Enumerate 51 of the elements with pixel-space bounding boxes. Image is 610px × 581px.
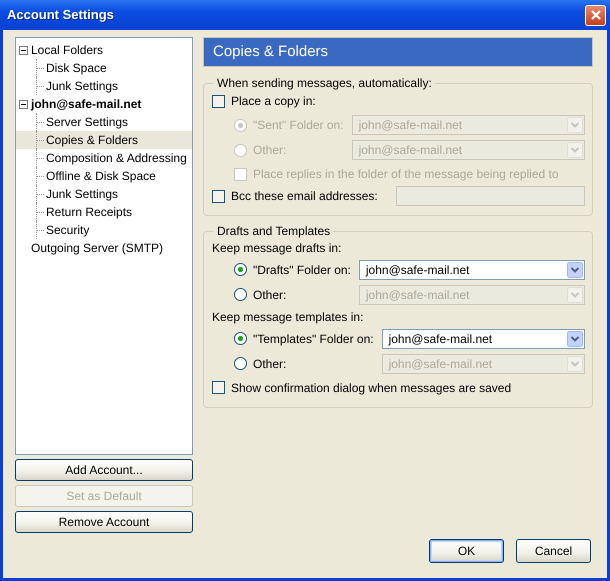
chevron-down-icon <box>567 142 583 158</box>
chevron-down-icon <box>567 286 583 303</box>
tree-item[interactable]: Junk Settings <box>16 77 192 95</box>
checkbox-label[interactable]: Show confirmation dialog when messages are saved <box>231 380 512 395</box>
close-icon <box>588 8 602 22</box>
radio-button[interactable] <box>234 288 247 302</box>
checkbox-label[interactable]: Place a copy in: <box>231 94 316 109</box>
tree-item[interactable]: Local Folders <box>16 41 192 59</box>
chevron-down-icon <box>567 117 583 134</box>
checkbox[interactable] <box>212 381 225 394</box>
dropdown-value: john@safe-mail.net <box>388 356 492 371</box>
dialog-button[interactable]: Cancel <box>516 539 591 563</box>
tree-item[interactable]: Outgoing Server (SMTP) <box>16 239 192 257</box>
radio-button[interactable] <box>234 357 247 370</box>
radio-label[interactable]: "Drafts" Folder on: <box>253 262 351 277</box>
tree-item[interactable]: Security <box>16 221 192 239</box>
sidebar-button[interactable]: Add Account... <box>15 459 193 481</box>
group-title: Drafts and Templates <box>216 224 332 239</box>
chevron-down-icon <box>567 330 583 347</box>
window-title: Account Settings <box>7 7 114 23</box>
tree-item[interactable]: Composition & Addressing <box>16 149 192 167</box>
checkbox[interactable] <box>212 94 225 108</box>
chevron-down-icon <box>567 356 583 372</box>
group-title: When sending messages, automatically: <box>216 76 433 90</box>
tree-item[interactable]: Copies & Folders <box>16 131 192 149</box>
sidebar-button[interactable]: Remove Account <box>15 511 193 533</box>
radio-button[interactable] <box>234 332 247 346</box>
radio-label[interactable]: "Templates" Folder on: <box>253 332 374 346</box>
tree-item[interactable]: Return Receipts <box>16 203 192 221</box>
section-label: Keep message drafts in: <box>212 240 342 255</box>
dropdown[interactable]: john@safe-mail.net <box>382 328 585 349</box>
chevron-down-icon <box>567 262 583 278</box>
radio-label[interactable]: Other: <box>253 356 286 371</box>
radio-button[interactable] <box>234 263 247 276</box>
dropdown-value: john@safe-mail.net <box>388 332 492 346</box>
tree-item[interactable]: Disk Space <box>16 59 192 77</box>
tree-item[interactable]: john@safe-mail.net <box>16 95 192 113</box>
tree-item[interactable]: Offline & Disk Space <box>16 167 192 185</box>
checkbox[interactable] <box>212 190 225 203</box>
panel-header: Copies & Folders <box>203 37 593 67</box>
dropdown-value: john@safe-mail.net <box>366 288 470 302</box>
dropdown[interactable]: john@safe-mail.net <box>358 260 585 280</box>
close-button[interactable] <box>585 4 606 26</box>
dropdown-value: john@safe-mail.net <box>366 262 470 277</box>
dropdown-value: john@safe-mail.net <box>358 143 462 158</box>
tree-item[interactable]: Junk Settings <box>16 185 192 203</box>
dropdown-value: john@safe-mail.net <box>358 118 462 133</box>
default-button[interactable]: OK <box>429 539 504 563</box>
section-label: Keep message templates in: <box>212 310 364 324</box>
checkbox-label[interactable]: Bcc these email addresses: <box>231 189 378 204</box>
radio-label[interactable]: Other: <box>253 288 286 302</box>
